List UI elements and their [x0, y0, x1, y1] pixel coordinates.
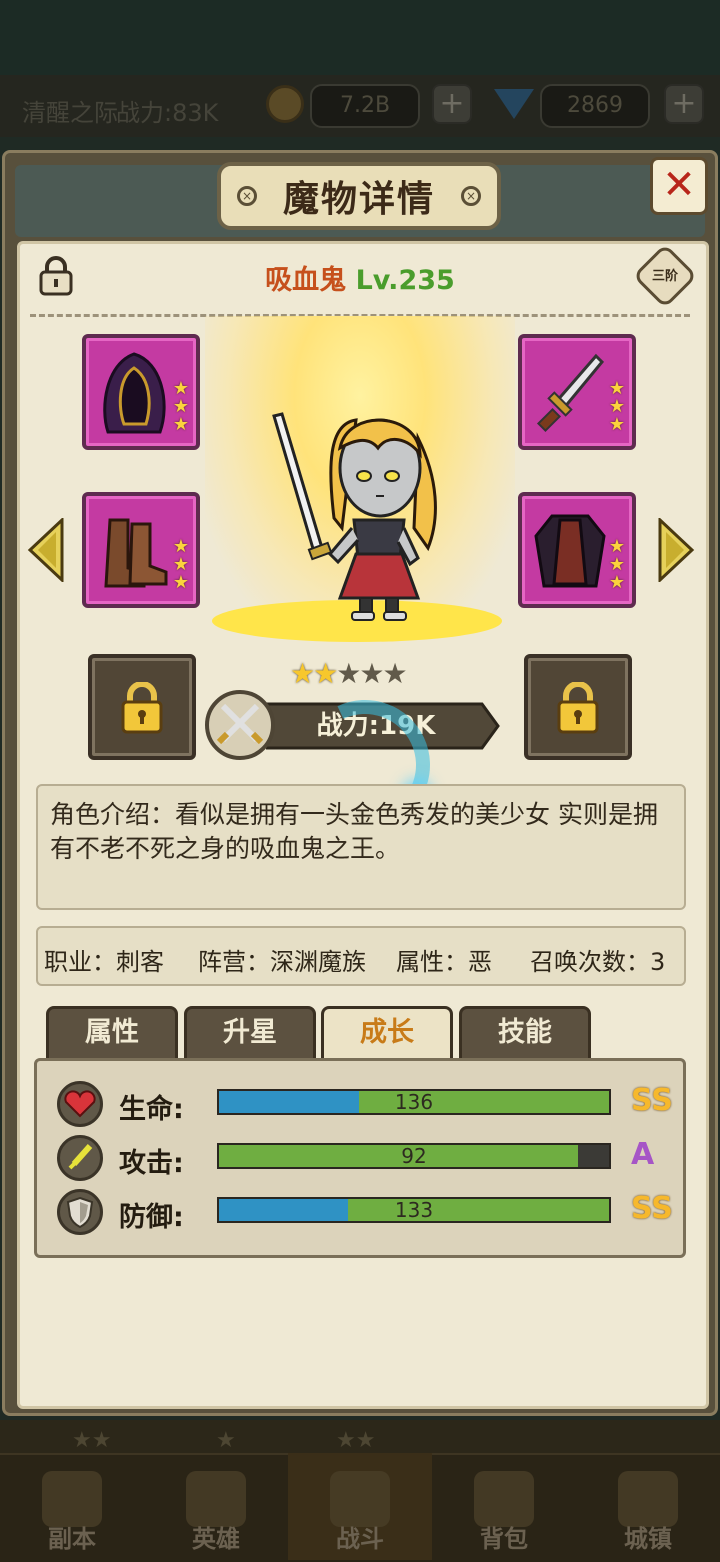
star-filled-icon: ★: [313, 657, 338, 690]
stat-value: 136: [394, 1090, 434, 1114]
background-map: [0, 0, 720, 75]
hero-intro-text: 角色介绍：看似是拥有一头金色秀发的美少女 实则是拥有不老不死之身的吸血鬼之王。: [50, 800, 658, 863]
previous-arrow-icon[interactable]: [26, 518, 66, 582]
stat-label: 防御:: [119, 1202, 184, 1233]
gold-icon: [266, 85, 304, 123]
equip-slot-boots[interactable]: ★ ★ ★: [82, 492, 200, 608]
player-power-label: 战力:83K: [116, 99, 219, 127]
hero-class: 职业：刺客: [44, 948, 164, 976]
nav-label: 英雄: [192, 1525, 240, 1553]
hero-name-line: 吸血鬼 Lv.235: [0, 258, 720, 297]
star-empty-icon: ★: [336, 657, 361, 690]
sword-icon: [57, 1135, 103, 1181]
locked-slot-right[interactable]: [524, 654, 632, 760]
bg-star-icon: ★: [216, 1428, 236, 1453]
stat-value: 92: [401, 1144, 427, 1168]
hero-alignment: 属性：恶: [396, 948, 492, 976]
padlock-icon: [557, 682, 599, 734]
nav-label: 战斗: [336, 1525, 384, 1553]
nav-bag[interactable]: 背包: [432, 1453, 576, 1560]
hero-star-rating: ★★★★★: [290, 658, 440, 690]
hero-info-row: 职业：刺客 阵营：深渊魔族 属性：恶 召唤次数：3: [36, 926, 686, 986]
gold-value: 7.2B: [310, 84, 420, 128]
heart-icon: [57, 1081, 103, 1127]
stat-row-attack: 攻击: 92 A: [37, 1133, 689, 1183]
star-empty-icon: ★: [359, 657, 384, 690]
nav-heroes[interactable]: 英雄: [144, 1453, 288, 1560]
hero-level: Lv.235: [355, 265, 455, 296]
tab-growth[interactable]: 成长: [321, 1006, 453, 1060]
tab-star-up[interactable]: 升星: [184, 1006, 316, 1060]
crossed-swords-icon: [205, 690, 275, 760]
stat-grade: A: [631, 1137, 655, 1172]
locked-slot-left[interactable]: [88, 654, 196, 760]
dagger-icon: [536, 353, 605, 433]
star-empty-icon: ★: [382, 657, 407, 690]
armor-icon: [534, 514, 606, 588]
top-resource-bar: 清醒之际 战力:83K 7.2B + 2869 +: [0, 75, 720, 137]
rank-label: 三阶: [651, 269, 678, 284]
title-plate: × 魔物详情 ×: [217, 162, 501, 230]
vampire-hero-sprite: [272, 412, 437, 621]
stat-value: 133: [394, 1198, 434, 1222]
stat-grade: SS: [631, 1191, 673, 1226]
add-gold-button[interactable]: +: [432, 84, 472, 124]
bolt-icon: ×: [237, 186, 257, 206]
equip-stars: ★ ★ ★: [608, 378, 626, 435]
stat-grade: SS: [631, 1083, 673, 1118]
close-button[interactable]: ✕: [650, 157, 708, 215]
equip-slot-armor[interactable]: ★ ★ ★: [518, 492, 636, 608]
next-arrow-icon[interactable]: [656, 518, 696, 582]
padlock-icon: [121, 682, 163, 734]
stat-label: 攻击:: [119, 1148, 184, 1179]
tab-attributes[interactable]: 属性: [46, 1006, 178, 1060]
stat-bar: 136: [217, 1089, 611, 1115]
stat-label: 生命:: [119, 1094, 184, 1125]
nav-label: 城镇: [624, 1525, 672, 1553]
tab-skills[interactable]: 技能: [459, 1006, 591, 1060]
bg-star-icon: ★★: [72, 1428, 112, 1453]
nav-battle[interactable]: 战斗: [288, 1453, 432, 1560]
nav-label: 背包: [480, 1525, 528, 1553]
equip-slot-dagger[interactable]: ★ ★ ★: [518, 334, 636, 450]
equip-stars: ★ ★ ★: [172, 536, 190, 593]
equip-stars: ★ ★ ★: [172, 378, 190, 435]
boots-icon: [104, 518, 168, 588]
hero-summon-count: 召唤次数：3: [530, 948, 666, 976]
panel-title: 魔物详情: [282, 179, 435, 220]
region-label: 清醒之际: [22, 99, 118, 127]
gem-value: 2869: [540, 84, 650, 128]
bolt-icon: ×: [461, 186, 481, 206]
stat-row-hp: 生命: 136 SS: [37, 1079, 689, 1129]
nav-dungeon[interactable]: 副本: [0, 1453, 144, 1560]
hero-faction: 阵营：深渊魔族: [198, 948, 366, 976]
equip-stars: ★ ★ ★: [608, 536, 626, 593]
nav-town[interactable]: 城镇: [576, 1453, 720, 1560]
add-gem-button[interactable]: +: [664, 84, 704, 124]
stat-bar: 92: [217, 1143, 611, 1169]
gem-icon: [494, 89, 534, 119]
stat-bar: 133: [217, 1197, 611, 1223]
equip-slot-hood[interactable]: ★ ★ ★: [82, 334, 200, 450]
shield-icon: [57, 1189, 103, 1235]
star-filled-icon: ★: [290, 657, 315, 690]
hero-name: 吸血鬼: [265, 265, 347, 296]
bg-star-icon: ★★: [336, 1428, 376, 1453]
stat-row-defense: 防御: 133 SS: [37, 1187, 689, 1237]
nav-label: 副本: [48, 1525, 96, 1553]
hood-icon: [103, 352, 166, 434]
hero-intro: 角色介绍：看似是拥有一头金色秀发的美少女 实则是拥有不老不死之身的吸血鬼之王。: [36, 784, 686, 910]
growth-stats: 生命: 136 SS 攻击: 92 A 防御: 133 SS: [34, 1058, 686, 1258]
